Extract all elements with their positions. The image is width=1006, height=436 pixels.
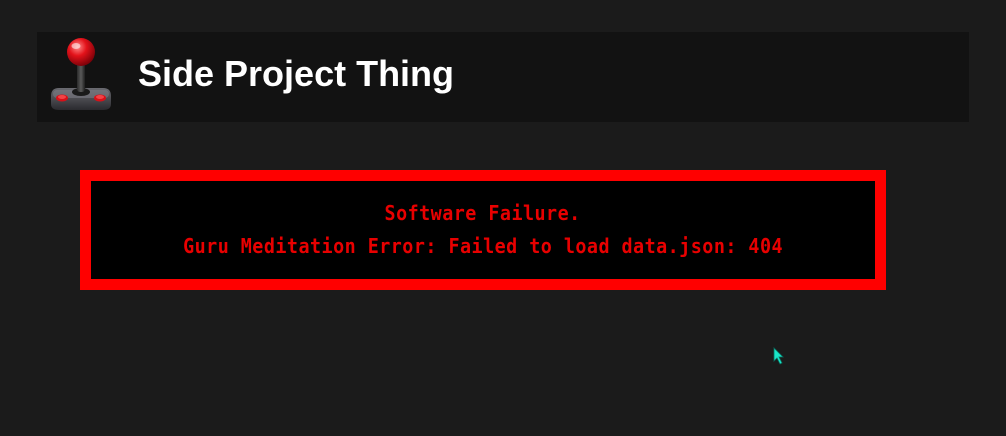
mouse-pointer-icon: [773, 347, 784, 365]
error-title: Software Failure.: [384, 201, 582, 225]
error-detail: Guru Meditation Error: Failed to load da…: [183, 234, 783, 258]
error-message-box: Software Failure. Guru Meditation Error:…: [80, 170, 886, 290]
app-header: Side Project Thing: [37, 32, 969, 122]
joystick-icon: [51, 38, 111, 110]
page-title: Side Project Thing: [138, 53, 455, 94]
